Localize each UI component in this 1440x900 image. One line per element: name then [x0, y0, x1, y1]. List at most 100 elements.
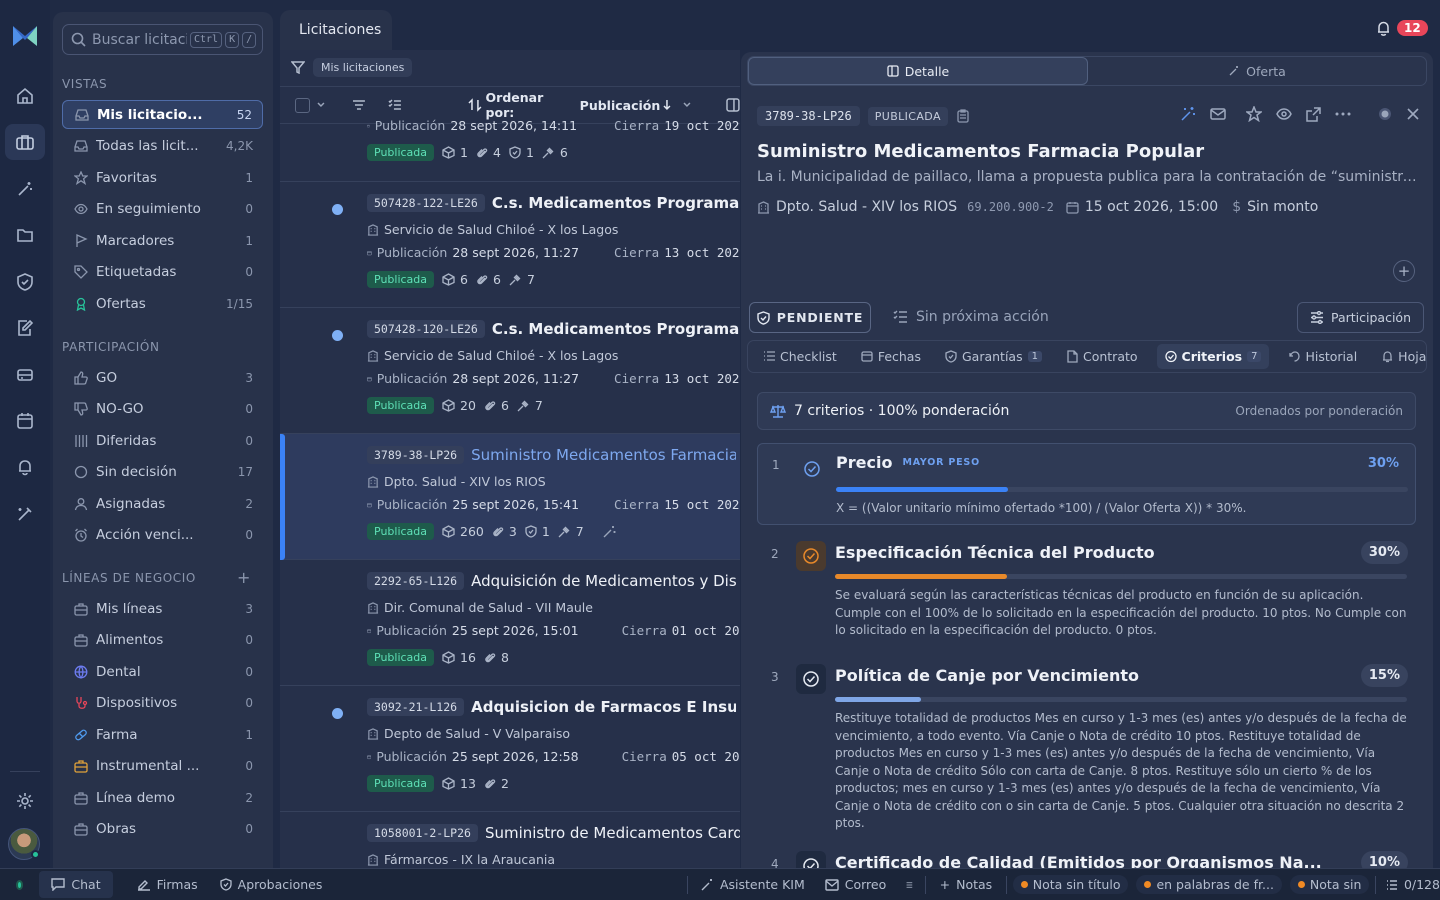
notas-button[interactable]: + Notas: [940, 877, 993, 892]
pub-date: 28 sept 2026, 11:27: [452, 371, 580, 386]
home-icon[interactable]: [13, 84, 37, 108]
table-row[interactable]: 507428-122-LE26 C.s. Medicamentos Progra…: [280, 182, 740, 308]
more-options-icon[interactable]: [1335, 112, 1351, 116]
magic-wand-icon[interactable]: [1180, 106, 1196, 122]
sidebar-item[interactable]: Etiquetadas 0: [62, 258, 263, 287]
calendar-icon[interactable]: [13, 409, 37, 433]
menu-icon[interactable]: [906, 880, 913, 890]
table-row[interactable]: 3092-21-L126 Adquisicion de Farmacos E I…: [280, 686, 740, 812]
criterion-card[interactable]: 4 Certificado de Calidad (Emitidos por O…: [757, 847, 1416, 868]
note-tab[interactable]: en palabras de fr...: [1136, 875, 1282, 894]
sidebar-item-label: Alimentos: [96, 632, 164, 648]
app-logo-icon[interactable]: [10, 22, 40, 50]
shield-icon[interactable]: [13, 270, 37, 294]
sparkle-wand-icon[interactable]: [13, 502, 37, 526]
external-link-icon[interactable]: [1306, 106, 1321, 122]
search-input[interactable]: Buscar licitaci Ctrl K /: [62, 24, 263, 55]
sidebar-item[interactable]: Línea demo 2: [62, 783, 263, 812]
row-title[interactable]: C.s. Medicamentos Programa ...: [492, 320, 740, 338]
table-row[interactable]: 3789-38-LP26 Suministro Medicamentos Far…: [280, 434, 740, 560]
next-action[interactable]: Sin próxima acción: [893, 309, 1049, 325]
tab-garantias[interactable]: Garantías 1: [940, 345, 1047, 368]
wallet-icon[interactable]: [13, 363, 37, 387]
paperclip-icon: [477, 275, 488, 285]
clipboard-icon[interactable]: [956, 109, 970, 123]
criterion-card[interactable]: 1 Precio MAYOR PESO 30% X = ((Valor unita…: [757, 443, 1416, 525]
star-icon[interactable]: [1246, 106, 1262, 122]
table-row[interactable]: 1058001-2-LP26 Suministro de Medicamento…: [280, 812, 740, 868]
criterion-card[interactable]: 3 Política de Canje por Vencimiento 15% …: [757, 660, 1416, 840]
chat-button[interactable]: Chat: [39, 871, 113, 898]
notes-counter[interactable]: 0/128: [1386, 877, 1440, 892]
sidebar-item[interactable]: Obras 0: [62, 815, 263, 844]
notifications[interactable]: 12: [1376, 20, 1428, 36]
sidebar-item[interactable]: NO-GO 0: [62, 395, 263, 424]
table-row[interactable]: 2292-65-L126 Adquisición de Medicamentos…: [280, 560, 740, 686]
sidebar-item[interactable]: Favoritas 1: [62, 163, 263, 192]
sidebar-item[interactable]: Ofertas 1/15: [62, 289, 263, 318]
folder-icon[interactable]: [13, 223, 37, 247]
state-pending-button[interactable]: PENDIENTE: [749, 302, 871, 333]
user-avatar[interactable]: [8, 828, 40, 860]
sidebar-item[interactable]: Dispositivos 0: [62, 689, 263, 718]
mail-icon[interactable]: [1210, 107, 1226, 121]
sidebar-item[interactable]: Alimentos 0: [62, 626, 263, 655]
sidebar-item[interactable]: Sin decisión 17: [62, 458, 263, 487]
magic-wand-icon[interactable]: [13, 177, 37, 201]
add-plus-button[interactable]: +: [1393, 260, 1415, 282]
status-badge: Publicada: [367, 144, 435, 161]
sidebar-item[interactable]: Instrumental ... 0: [62, 752, 263, 781]
aprobaciones-button[interactable]: Aprobaciones: [220, 877, 322, 892]
bell-icon[interactable]: [13, 455, 37, 479]
sidebar-item[interactable]: Todas las licit... 4,2K: [62, 132, 263, 161]
building-icon: [367, 223, 379, 236]
status-badge: Publicada: [367, 523, 435, 540]
tab-contrato[interactable]: Contrato: [1061, 345, 1143, 368]
tab-garantias-label: Garantías: [961, 349, 1023, 364]
magic-wand-icon[interactable]: [602, 525, 616, 539]
settings-gear-icon[interactable]: [13, 789, 37, 813]
row-title[interactable]: Suministro Medicamentos Farmacia ...: [471, 446, 736, 464]
note-tab[interactable]: Nota sin: [1289, 875, 1370, 894]
tender-code[interactable]: 3789-38-LP26: [757, 106, 860, 126]
tab-criterios[interactable]: Criterios 7: [1156, 344, 1270, 369]
row-title[interactable]: Adquisición de Medicamentos y Disp...: [471, 572, 736, 590]
sidebar-item[interactable]: Asignadas 2: [62, 489, 263, 518]
sidebar-item[interactable]: Farma 1: [62, 720, 263, 749]
add-line-plus-icon[interactable]: +: [237, 568, 250, 587]
close-icon[interactable]: [1407, 108, 1419, 120]
asistente-button[interactable]: Asistente KIM: [700, 877, 805, 892]
document-edit-icon[interactable]: [13, 316, 37, 340]
tab-historial[interactable]: Historial: [1283, 345, 1362, 368]
note-tab[interactable]: Nota sin título: [1012, 875, 1129, 894]
status-toggle-icon[interactable]: [1377, 106, 1393, 122]
sidebar-item[interactable]: Acción venci... 0: [62, 521, 263, 550]
sidebar-item-label: Dental: [96, 663, 141, 680]
sidebar-item[interactable]: Mis líneas 3: [62, 594, 263, 623]
correo-button[interactable]: Correo: [825, 877, 886, 892]
sidebar-item-label: En seguimiento: [96, 201, 201, 217]
tab-licitaciones[interactable]: Licitaciones: [280, 10, 392, 52]
sidebar-item[interactable]: Diferidas 0: [62, 426, 263, 455]
list-item-partial[interactable]: Publicación 28 sept 2026, 14:11 Cierra 1…: [280, 50, 740, 182]
eye-icon[interactable]: [1276, 108, 1292, 120]
row-title[interactable]: C.s. Medicamentos Programa ...: [492, 194, 740, 212]
criterion-card[interactable]: 2 Especificación Técnica del Producto 30…: [757, 537, 1416, 637]
sidebar-item[interactable]: Mis licitacio... 52: [62, 100, 263, 129]
briefcase-nav-icon[interactable]: [5, 124, 45, 160]
sidebar-item[interactable]: Marcadores 1: [62, 226, 263, 255]
tab-detalle[interactable]: Detalle: [748, 57, 1088, 85]
sidebar-item[interactable]: GO 3: [62, 363, 263, 392]
tab-fechas[interactable]: Fechas: [856, 345, 926, 368]
tab-hoja-de-vida[interactable]: Hoja de vi: [1376, 345, 1426, 368]
gavel-icon: [542, 147, 554, 159]
sidebar-item[interactable]: En seguimiento 0: [62, 195, 263, 224]
table-row[interactable]: 507428-120-LE26 C.s. Medicamentos Progra…: [280, 308, 740, 434]
sidebar-item[interactable]: Dental 0: [62, 657, 263, 686]
firmas-button[interactable]: Firmas: [137, 877, 198, 892]
tab-checklist[interactable]: Checklist: [758, 345, 842, 368]
row-title[interactable]: Adquisicion de Farmacos E Insu...: [471, 698, 736, 716]
participacion-button[interactable]: Participación: [1297, 302, 1424, 333]
row-title[interactable]: Suministro de Medicamentos Cardi...: [485, 824, 740, 842]
tab-oferta[interactable]: Oferta: [1088, 57, 1426, 85]
